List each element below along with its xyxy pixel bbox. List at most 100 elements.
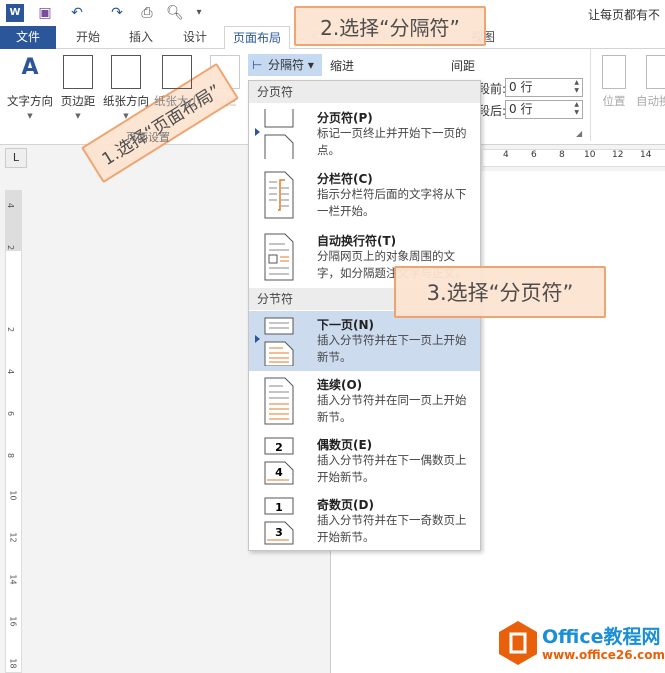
callout-step-3: 3.选择“分页符” <box>394 266 606 318</box>
even-page-icon: 24 <box>264 437 294 485</box>
svg-text:2: 2 <box>275 441 283 454</box>
tab-insert[interactable]: 插入 <box>121 26 161 49</box>
office-logo-icon <box>499 621 537 665</box>
before-value: 0 行 <box>509 80 533 94</box>
item-desc: 插入分节符并在下一奇数页上开始新节。 <box>317 513 467 544</box>
group-label-page-setup: 页面设置 <box>126 131 170 144</box>
ruler-tick: 4 <box>6 368 16 375</box>
spacing-label: 间距 <box>451 59 476 73</box>
before-label: 段前: <box>478 82 507 96</box>
vertical-ruler[interactable]: 4 2 2 4 6 8 10 12 14 16 18 <box>5 190 22 673</box>
dialog-launcher-icon[interactable]: ◢ <box>576 129 582 138</box>
text-direction-icon: A <box>21 55 39 80</box>
ruler-tick: 2 <box>6 244 16 251</box>
word-logo-icon: W <box>6 4 24 22</box>
ruler-tick: 6 <box>6 410 16 417</box>
margins-button[interactable]: 页边距 ▼ <box>58 55 98 120</box>
item-desc: 标记一页终止并开始下一页的点。 <box>317 126 467 157</box>
next-page-icon <box>264 317 294 366</box>
menu-item-odd-page[interactable]: 1 3 奇数页(D) 插入分节符并在下一奇数页上开始新节。 <box>249 491 480 551</box>
item-desc: 插入分节符并在同一页上开始新节。 <box>317 393 467 424</box>
undo-icon[interactable]: ↶ <box>68 4 86 22</box>
tab-page-layout[interactable]: 页面布局 <box>224 26 291 50</box>
ruler-tick: 6 <box>531 150 537 160</box>
breaks-icon: ⊢ <box>252 58 263 72</box>
item-desc: 插入分节符并在下一偶数页上开始新节。 <box>317 453 467 484</box>
tab-home[interactable]: 开始 <box>68 26 108 49</box>
item-title: 连续(O) <box>317 378 363 392</box>
item-title: 自动换行符(T) <box>317 234 397 248</box>
ruler-tick: 4 <box>6 202 16 209</box>
item-title: 分栏符(C) <box>317 172 373 186</box>
ruler-tick: 18 <box>8 658 18 669</box>
ruler-tick: 14 <box>8 574 18 585</box>
spacing-after-input[interactable]: 0 行 ▲ ▼ <box>505 100 583 119</box>
tab-file[interactable]: 文件 <box>0 26 56 49</box>
save-icon[interactable]: ▣ <box>36 4 54 22</box>
menu-item-even-page[interactable]: 2 4 偶数页(E) 插入分节符并在下一偶数页上开始新节。 <box>249 431 480 491</box>
odd-page-icon: 13 <box>264 497 294 545</box>
ruler-tick: 12 <box>8 532 18 543</box>
pointer-marker-icon <box>255 128 260 136</box>
breaks-button[interactable]: ⊢ 分隔符 ▾ <box>248 54 322 76</box>
ruler-tick: 8 <box>559 150 565 160</box>
horizontal-ruler[interactable]: 4 6 8 10 12 14 <box>483 149 665 167</box>
menu-item-column-break[interactable]: 分栏符(C) 指示分栏符后面的文字将从下一栏开始。 <box>249 165 480 225</box>
column-break-icon <box>264 171 294 219</box>
watermark-url: www.office26.com <box>542 648 665 662</box>
group-divider <box>590 49 591 141</box>
after-value: 0 行 <box>509 102 533 116</box>
label: 自动换行 <box>636 94 665 108</box>
ruler-tick: 10 <box>8 490 18 501</box>
size-icon <box>162 55 192 89</box>
watermark-brand: Office教程网 <box>542 626 661 648</box>
orientation-icon <box>111 55 141 89</box>
indent-label: 缩进 <box>330 59 355 73</box>
window-title: 让每页都有不 <box>588 8 661 22</box>
menu-item-next-page[interactable]: 下一页(N) 插入分节符并在下一页上开始新节。 <box>249 311 480 371</box>
ruler-tick: 8 <box>6 452 16 459</box>
spacing-before-input[interactable]: 0 行 ▲ ▼ <box>505 78 583 97</box>
customize-icon[interactable]: ▾ <box>190 4 208 22</box>
tab-selector[interactable]: L <box>5 148 27 168</box>
label: 纸张大小 <box>154 94 200 108</box>
item-desc: 指示分栏符后面的文字将从下一栏开始。 <box>317 187 467 218</box>
ruler-tick: 4 <box>503 150 509 160</box>
svg-text:4: 4 <box>275 466 283 479</box>
tab-design[interactable]: 设计 <box>175 26 215 49</box>
page-break-icon <box>264 109 294 159</box>
ruler-tick: 16 <box>8 616 18 627</box>
position-icon <box>602 55 626 89</box>
label: 文字方向 <box>7 94 53 108</box>
wrap-text-button[interactable]: 自动换行 <box>636 55 665 109</box>
svg-text:3: 3 <box>275 526 283 539</box>
ruler-tick: 12 <box>612 150 624 160</box>
label: 页边距 <box>60 94 96 108</box>
label: 位置 <box>602 94 626 108</box>
position-button[interactable]: 位置 <box>598 55 630 109</box>
redo-icon[interactable]: ↷ <box>108 4 126 22</box>
item-desc: 插入分节符并在下一页上开始新节。 <box>317 333 467 364</box>
after-label: 段后: <box>478 104 507 118</box>
callout-step-2: 2.选择“分隔符” <box>294 6 486 46</box>
ruler-margin <box>6 191 21 251</box>
pointer-marker-icon <box>255 335 260 343</box>
item-title: 下一页(N) <box>317 318 375 332</box>
print-preview-icon[interactable]: 🔍︎ <box>166 4 184 22</box>
item-title: 偶数页(E) <box>317 438 373 452</box>
size-button[interactable]: 纸张大小 <box>152 55 202 109</box>
ruler-tick: 2 <box>6 326 16 333</box>
spin-arrows-icon[interactable]: ▲ ▼ <box>574 79 579 95</box>
spin-arrows-icon[interactable]: ▲ ▼ <box>574 101 579 117</box>
item-title: 奇数页(D) <box>317 498 374 512</box>
menu-item-page-break[interactable]: 分页符(P) 标记一页终止并开始下一页的点。 <box>249 104 480 164</box>
ruler-tick: 14 <box>640 150 652 160</box>
watermark: Office教程网 www.office26.com <box>498 618 665 670</box>
print-icon[interactable]: ⎙ <box>138 4 156 22</box>
menu-item-continuous[interactable]: 连续(O) 插入分节符并在同一页上开始新节。 <box>249 371 480 431</box>
menu-header-page-breaks: 分页符 <box>249 81 480 103</box>
continuous-icon <box>264 377 294 425</box>
margins-icon <box>63 55 93 89</box>
wrap-icon <box>646 55 665 89</box>
text-direction-button[interactable]: A 文字方向 ▼ <box>4 55 56 120</box>
